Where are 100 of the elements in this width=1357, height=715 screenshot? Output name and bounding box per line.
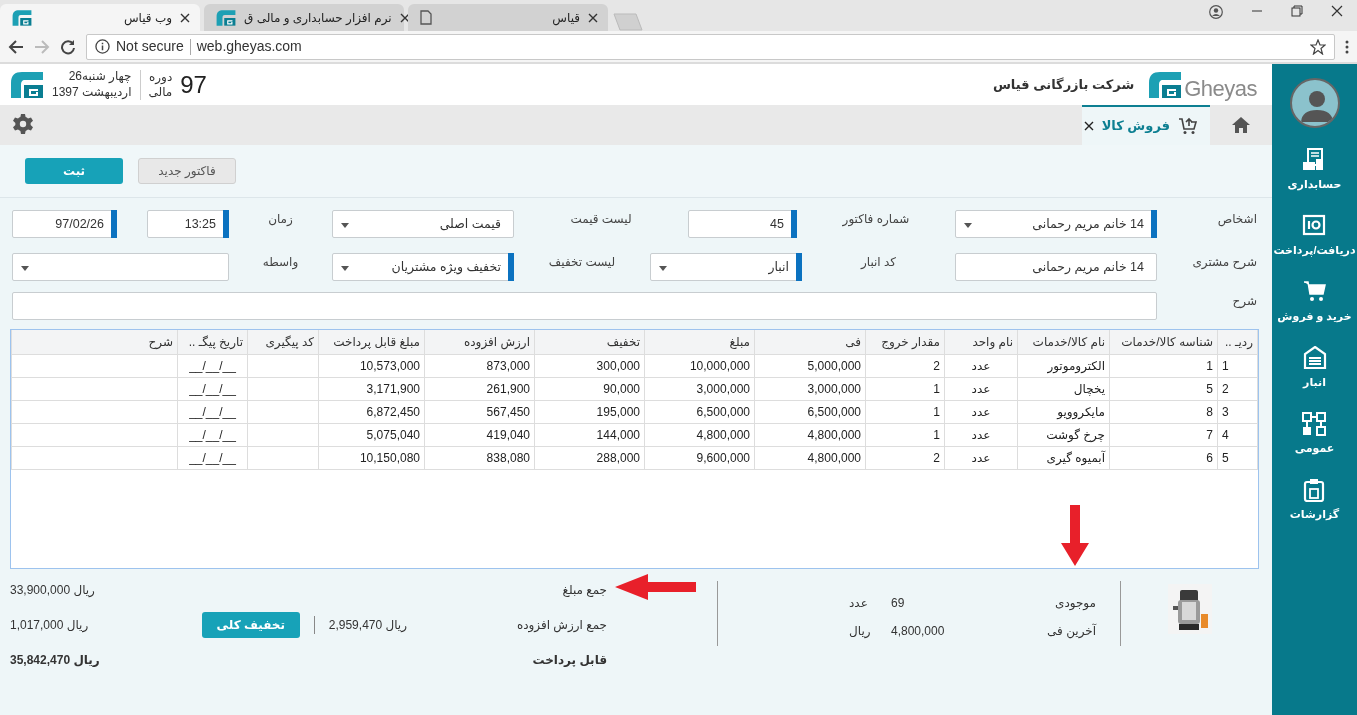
- column-header[interactable]: نام واحد: [944, 330, 1018, 354]
- sidebar-item[interactable]: گزارشات: [1289, 478, 1340, 544]
- table-cell: 3,000,000: [754, 377, 866, 400]
- warehouse-icon: [1302, 346, 1327, 370]
- weekday-text: چهار شنبه26: [67, 68, 132, 85]
- input-field[interactable]: 14 خانم مریم رحمانی: [955, 253, 1157, 281]
- table-cell: 1: [1109, 354, 1218, 377]
- input-field[interactable]: [12, 292, 1157, 320]
- sidebar-item[interactable]: عمومی: [1294, 412, 1335, 478]
- table-cell: 288,000: [534, 446, 645, 469]
- column-header[interactable]: مبلغ قابل پرداخت: [318, 330, 425, 354]
- table-cell: __/__/__: [177, 423, 248, 446]
- table-cell: 2: [865, 354, 945, 377]
- field-label: لیست تخفیف: [547, 254, 617, 271]
- caret-icon: [21, 266, 29, 271]
- settings-icon[interactable]: [12, 113, 34, 135]
- table-cell: 3,171,900: [318, 377, 425, 400]
- column-header[interactable]: ارزش افزوده: [424, 330, 535, 354]
- field-label: واسطه: [261, 254, 300, 272]
- address-bar[interactable]: Not secure web.gheyas.com: [86, 33, 1335, 60]
- browser-tab[interactable]: وب قیاس: [0, 4, 200, 31]
- table-cell: 6,872,450: [318, 400, 425, 423]
- browser-tab[interactable]: قیاس: [408, 4, 608, 31]
- table-cell: 4,800,000: [644, 423, 755, 446]
- table-cell: 10,573,000: [318, 354, 425, 377]
- field-label: لیست قیمت: [569, 211, 633, 228]
- table-cell: 3: [1217, 400, 1258, 423]
- back-icon[interactable]: [8, 38, 24, 55]
- column-header[interactable]: کد پیگیری: [247, 330, 319, 354]
- table-cell: 5,075,040: [318, 423, 425, 446]
- table-cell: مایکروویو: [1017, 400, 1110, 423]
- select-field[interactable]: انبار: [650, 253, 802, 281]
- restore-icon[interactable]: [1291, 5, 1303, 17]
- table-cell: 1: [865, 400, 945, 423]
- table-cell: 873,000: [424, 354, 535, 377]
- table-cell: __/__/__: [177, 354, 248, 377]
- column-header[interactable]: نام کالا/خدمات: [1017, 330, 1110, 354]
- table-cell: آبمیوه گیری: [1017, 446, 1110, 469]
- column-header[interactable]: ردیـ ..: [1217, 330, 1258, 354]
- avatar-icon[interactable]: [1289, 78, 1340, 128]
- logo-icon: [216, 8, 236, 27]
- app-tab[interactable]: فروش کالا: [1082, 105, 1210, 145]
- reload-icon[interactable]: [60, 38, 76, 55]
- new-invoice-button[interactable]: فاکتور جدید: [138, 158, 236, 184]
- close-icon[interactable]: [588, 12, 598, 23]
- table-cell: 5,000,000: [754, 354, 866, 377]
- table-cell: 1: [865, 377, 945, 400]
- profile-icon[interactable]: [1209, 5, 1223, 19]
- table-cell: عدد: [944, 354, 1018, 377]
- close-icon[interactable]: [180, 12, 190, 23]
- table-cell: 195,000: [534, 400, 645, 423]
- column-header[interactable]: تاریخ پیگـ ..: [177, 330, 248, 354]
- menu-icon[interactable]: [1345, 39, 1349, 54]
- field-label: شماره فاکتور: [841, 211, 911, 229]
- input-field[interactable]: 97/02/26: [12, 210, 117, 238]
- select-field[interactable]: قیمت اصلی: [332, 210, 514, 238]
- column-header[interactable]: مبلغ: [644, 330, 755, 354]
- home-icon[interactable]: [1231, 116, 1251, 134]
- close-icon[interactable]: [1331, 5, 1343, 17]
- select-field[interactable]: [12, 253, 229, 281]
- input-field[interactable]: 13:25: [147, 210, 229, 238]
- sidebar-item[interactable]: دریافت/پرداخت: [1273, 214, 1356, 280]
- select-field[interactable]: 14 خانم مریم رحمانی: [955, 210, 1157, 238]
- table-cell: 144,000: [534, 423, 645, 446]
- table-cell: 10,150,080: [318, 446, 425, 469]
- select-field[interactable]: تخفیف ویژه مشتریان: [332, 253, 514, 281]
- table-cell: 10,000,000: [644, 354, 755, 377]
- table-cell: یخچال: [1017, 377, 1110, 400]
- unit-label: ریال: [848, 623, 872, 640]
- table-cell: 419,040: [424, 423, 535, 446]
- column-header[interactable]: مقدار خروج: [865, 330, 945, 354]
- column-header[interactable]: شرح: [11, 330, 178, 354]
- arrow-icon: [614, 574, 696, 600]
- sidebar-item[interactable]: خرید و فروش: [1277, 280, 1352, 346]
- table-cell: 1: [1217, 354, 1258, 377]
- input-field[interactable]: 45: [688, 210, 797, 238]
- star-icon[interactable]: [1310, 38, 1326, 55]
- period-label: دوره: [148, 69, 173, 85]
- table-cell: 4,800,000: [754, 446, 866, 469]
- table-cell: 6: [1109, 446, 1218, 469]
- table-cell: عدد: [944, 423, 1018, 446]
- sidebar-item[interactable]: حسابداری: [1287, 148, 1342, 214]
- period-label: مالی: [148, 84, 173, 100]
- caret-icon: [341, 266, 349, 271]
- table-cell: 2: [1217, 377, 1258, 400]
- cart-icon: [1302, 280, 1327, 304]
- column-header[interactable]: فی: [754, 330, 866, 354]
- field-label: زمان: [267, 211, 294, 228]
- total-label: جمع مبلغ: [561, 581, 607, 599]
- table-cell: 8: [1109, 400, 1218, 423]
- column-header[interactable]: شناسه کالا/خدمات: [1109, 330, 1218, 354]
- logo-icon: [10, 69, 44, 100]
- table-cell: الکتروموتور: [1017, 354, 1110, 377]
- close-icon[interactable]: [1083, 121, 1094, 131]
- column-header[interactable]: تخفیف: [534, 330, 645, 354]
- stock-value: 4,800,000: [891, 623, 946, 640]
- company-name: شرکت بازرگانی قیاس: [992, 75, 1135, 94]
- sidebar-item[interactable]: انبار: [1302, 346, 1327, 412]
- table-cell: 9,600,000: [644, 446, 755, 469]
- close-icon[interactable]: [399, 12, 410, 23]
